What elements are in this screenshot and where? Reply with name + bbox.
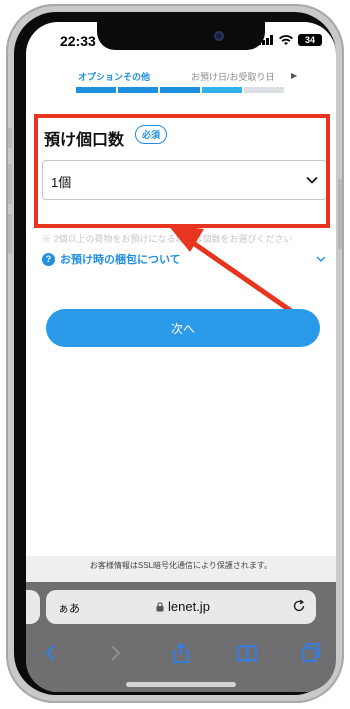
battery-icon: 34: [298, 34, 322, 46]
browser-toolbar: ぁあ lenet.jp: [26, 582, 336, 692]
share-icon[interactable]: [170, 642, 192, 664]
power-button: [338, 179, 342, 249]
progress-segment: [202, 87, 242, 93]
front-camera: [214, 31, 224, 41]
volume-up-button: [8, 164, 12, 204]
progress-segment: [118, 87, 158, 93]
step-next-label: お預け日/お受取り日: [191, 72, 275, 82]
previous-tab-peek[interactable]: [26, 590, 40, 624]
wifi-icon: [279, 34, 293, 45]
step-current-label: オプションその他: [78, 72, 151, 82]
progress-segment: [160, 87, 200, 93]
step-progress: オプションその他 お預け日/お受取り日 ▶: [26, 70, 336, 100]
status-icons: 34: [258, 34, 322, 46]
url-display[interactable]: lenet.jp: [156, 599, 210, 614]
progress-segment: [76, 87, 116, 93]
hint-text: ※ 2個以上の荷物をお預けになる場合は個数をお選びください: [42, 234, 293, 244]
packing-info-label: お預け時の梱包について: [60, 254, 181, 266]
address-bar[interactable]: ぁあ lenet.jp: [46, 590, 316, 624]
info-chevron-down-icon[interactable]: [316, 255, 326, 263]
annotation-highlight-box: [34, 114, 330, 228]
home-indicator: [126, 682, 236, 687]
ssl-notice: お客様情報はSSL暗号化通信により保護されます。: [89, 561, 273, 570]
text-size-button[interactable]: ぁあ: [58, 600, 80, 616]
bookmarks-icon[interactable]: [236, 642, 258, 664]
reload-icon[interactable]: [292, 599, 306, 613]
phone-frame: 22:33 34 オプションその他 お預け日/お受取り日 ▶ 預け個口数 必須: [6, 4, 344, 703]
back-icon[interactable]: [40, 642, 62, 664]
url-text: lenet.jp: [168, 599, 210, 614]
progress-bars: [76, 87, 284, 93]
cellular-signal-icon: [258, 35, 274, 45]
mute-switch: [8, 128, 12, 148]
status-time: 22:33: [60, 33, 96, 49]
screen: 22:33 34 オプションその他 お預け日/お受取り日 ▶ 預け個口数 必須: [26, 22, 336, 692]
question-icon: ?: [42, 252, 55, 266]
lock-icon: [156, 601, 164, 611]
step-next-arrow-icon: ▶: [291, 71, 298, 80]
browser-nav-icons: [26, 642, 336, 672]
progress-segment: [244, 87, 284, 93]
volume-down-button: [8, 214, 12, 254]
tabs-icon[interactable]: [300, 642, 322, 664]
packing-info-link[interactable]: ? お預け時の梱包について: [42, 251, 181, 267]
forward-icon[interactable]: [104, 642, 126, 664]
next-button[interactable]: 次へ: [46, 309, 320, 347]
notch: [97, 22, 265, 50]
